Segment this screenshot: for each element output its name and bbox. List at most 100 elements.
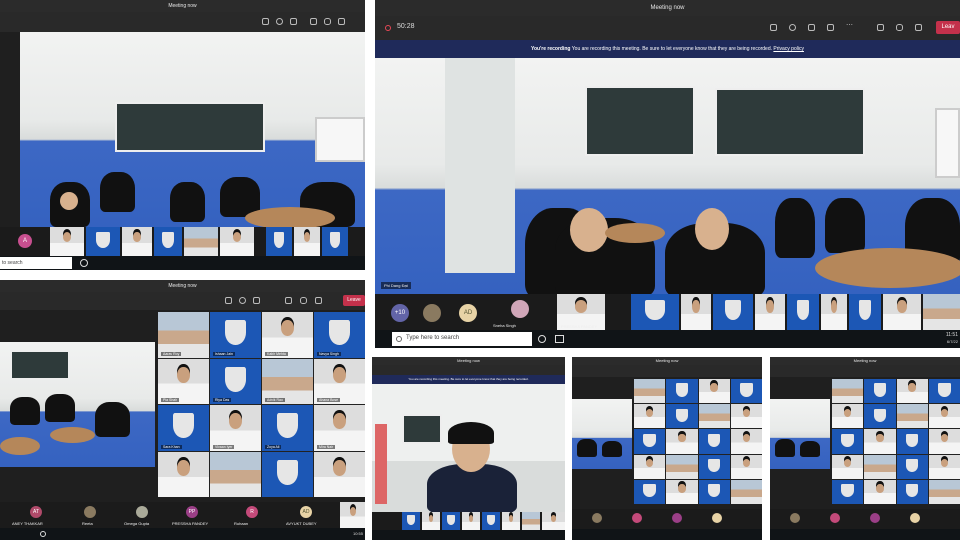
gallery-tile[interactable] [896, 454, 928, 479]
gallery-tile[interactable]: Navya Singh [314, 312, 365, 358]
participant-video[interactable] [122, 227, 152, 256]
gallery-tile[interactable] [730, 479, 762, 504]
start-icon[interactable] [538, 335, 546, 343]
gallery-tile[interactable] [698, 404, 730, 429]
gallery-tile[interactable]: Aarav Roy [158, 312, 209, 358]
gallery-tile[interactable] [666, 454, 698, 479]
gallery-tile[interactable] [634, 429, 666, 454]
gallery-tile[interactable] [698, 379, 730, 404]
gallery-tile[interactable] [864, 404, 896, 429]
mic-icon[interactable] [300, 297, 307, 304]
leave-button[interactable]: Leav [936, 21, 960, 34]
reactions-icon[interactable] [808, 24, 815, 31]
gallery-tile[interactable] [832, 454, 864, 479]
participant-video[interactable] [220, 227, 254, 256]
taskview-icon[interactable] [555, 335, 564, 343]
participant-video[interactable] [787, 294, 819, 330]
participant-video[interactable] [50, 227, 84, 256]
participant-avatar[interactable]: AT [30, 506, 42, 518]
participant-video[interactable] [294, 227, 320, 256]
gallery-tile[interactable] [864, 454, 896, 479]
camera-icon[interactable] [310, 18, 317, 25]
participant-avatar[interactable]: R [246, 506, 258, 518]
gallery-tile[interactable] [896, 479, 928, 504]
gallery-tile[interactable] [666, 429, 698, 454]
camera-icon[interactable] [877, 24, 884, 31]
participant-video[interactable] [631, 294, 679, 330]
participant-video[interactable] [755, 294, 785, 330]
gallery-tile[interactable] [864, 479, 896, 504]
gallery-tile[interactable]: Kabir Mehta [262, 312, 313, 358]
overflow-participants[interactable]: +10 [391, 304, 409, 322]
share-icon[interactable] [315, 297, 322, 304]
participant-avatar[interactable] [592, 513, 602, 523]
participant-avatar[interactable] [790, 513, 800, 523]
gallery-tile[interactable] [896, 429, 928, 454]
participant-avatar[interactable] [84, 506, 96, 518]
participant-avatar[interactable]: AD [459, 304, 477, 322]
participant-avatar[interactable] [830, 513, 840, 523]
people-icon[interactable] [262, 18, 269, 25]
participant-avatar[interactable] [632, 513, 642, 523]
privacy-policy-link[interactable]: Privacy policy [773, 46, 804, 52]
participant-avatar[interactable]: A [18, 234, 32, 248]
participant-video[interactable] [442, 512, 460, 530]
participant-video[interactable] [502, 512, 520, 530]
participant-video[interactable] [883, 294, 921, 330]
gallery-tile[interactable] [666, 404, 698, 429]
gallery-tile[interactable]: Ahana Bose [314, 358, 365, 404]
gallery-tile[interactable]: Mira Nair [314, 405, 365, 451]
gallery-tile[interactable]: Riya Das [210, 358, 261, 404]
start-icon[interactable] [40, 531, 46, 537]
gallery-tile[interactable] [928, 404, 960, 429]
gallery-tile[interactable] [634, 379, 666, 404]
participant-avatar[interactable] [910, 513, 920, 523]
gallery-tile[interactable]: Ishaan Jain [210, 312, 261, 358]
participant-avatar[interactable] [423, 304, 441, 322]
participant-video[interactable] [340, 502, 365, 528]
participant-video[interactable] [542, 512, 565, 530]
rooms-icon[interactable] [827, 24, 834, 31]
share-icon[interactable] [338, 18, 345, 25]
more-icon[interactable]: ⋯ [846, 22, 853, 31]
people-icon[interactable] [225, 297, 232, 304]
gallery-tile[interactable] [864, 429, 896, 454]
gallery-tile[interactable] [896, 379, 928, 404]
gallery-tile[interactable] [666, 479, 698, 504]
gallery-tile[interactable] [210, 451, 261, 497]
participant-avatar[interactable]: PP [186, 506, 198, 518]
people-icon[interactable] [770, 24, 777, 31]
share-icon[interactable] [915, 24, 922, 31]
gallery-tile[interactable]: Pia Shah [158, 358, 209, 404]
mic-icon[interactable] [896, 24, 903, 31]
participant-video[interactable] [482, 512, 500, 530]
chat-icon[interactable] [789, 24, 796, 31]
gallery-tile[interactable] [314, 451, 365, 497]
participant-video[interactable] [154, 227, 182, 256]
start-icon[interactable] [80, 259, 88, 267]
participant-avatar[interactable]: AD [300, 506, 312, 518]
gallery-tile[interactable] [634, 404, 666, 429]
participant-avatar[interactable] [712, 513, 722, 523]
gallery-tile[interactable]: Zoya Ali [262, 405, 313, 451]
gallery-tile[interactable] [634, 454, 666, 479]
gallery-tile[interactable] [832, 479, 864, 504]
participant-video[interactable] [402, 512, 420, 530]
participant-avatar[interactable] [672, 513, 682, 523]
taskbar-search[interactable]: to search [0, 257, 72, 269]
gallery-tile[interactable] [698, 454, 730, 479]
gallery-tile[interactable] [832, 429, 864, 454]
gallery-tile[interactable] [928, 379, 960, 404]
gallery-tile[interactable]: Vivaan Iyer [210, 405, 261, 451]
mic-icon[interactable] [324, 18, 331, 25]
gallery-tile[interactable] [730, 379, 762, 404]
gallery-tile[interactable] [832, 379, 864, 404]
gallery-tile[interactable] [730, 454, 762, 479]
gallery-tile[interactable] [896, 404, 928, 429]
gallery-tile[interactable] [634, 479, 666, 504]
gallery-tile[interactable] [666, 379, 698, 404]
gallery-tile[interactable] [928, 479, 960, 504]
chat-icon[interactable] [276, 18, 283, 25]
gallery-tile[interactable]: Sara Khan [158, 405, 209, 451]
gallery-tile[interactable] [262, 451, 313, 497]
